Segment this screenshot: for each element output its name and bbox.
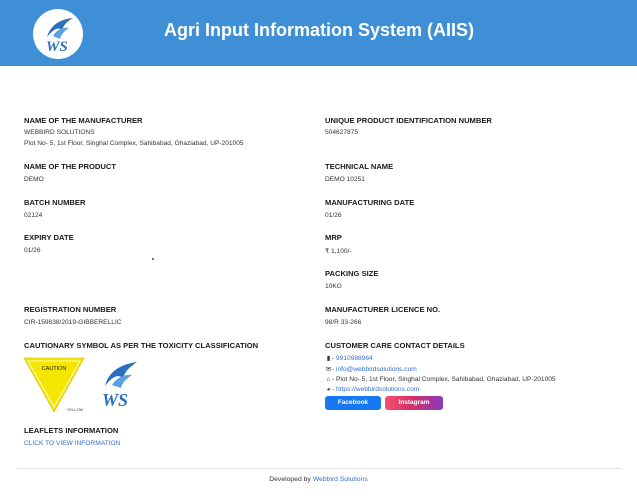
technical-label: TECHNICAL NAME [325, 162, 394, 171]
batch-label: BATCH NUMBER [24, 198, 86, 207]
registration-label: REGISTRATION NUMBER [24, 305, 117, 314]
address-text: - Plot No- 5, 1st Floor, Singhal Complex… [332, 376, 556, 383]
globe-icon: ◕ [326, 386, 331, 393]
manufacturer-label: NAME OF THE MANUFACTURER [24, 116, 143, 125]
envelope-icon: ✉ [325, 366, 332, 373]
packing-label: PACKING SIZE [325, 269, 379, 278]
leaflets-label: LEAFLETS INFORMATION [24, 426, 119, 435]
manufacturer-address: Plot No- 5, 1st Floor, Singhal Complex, … [24, 140, 244, 147]
licence-value: 98/R 33-266 [325, 319, 362, 326]
email-link[interactable]: - info@webbirdsolutions.com [332, 366, 417, 373]
product-value: DEMO [24, 176, 44, 183]
mrp-label: MRP [325, 233, 342, 242]
contact-website: ◕ - https://webbirdsolutions.com [325, 386, 420, 393]
footer-prefix: Developed by [269, 476, 311, 483]
stray-dot [152, 258, 154, 260]
svg-text:WS: WS [102, 390, 128, 410]
footer-divider [17, 468, 621, 469]
tox-top-label: CAUTION [42, 366, 67, 372]
packing-value: 10KG [325, 283, 342, 290]
facebook-button[interactable]: Facebook [325, 396, 381, 410]
registration-value: CIR-159838/2019-GIBBERELLIC [24, 319, 122, 326]
website-link[interactable]: - https://webbirdsolutions.com [332, 386, 419, 393]
view-leaflet-link[interactable]: CLICK TO VIEW INFORMATION [24, 440, 120, 447]
app-header: WS Agri Input Information System (AIIS) [0, 0, 637, 66]
page-title: Agri Input Information System (AIIS) [163, 20, 474, 40]
contact-address: ⌂ - Plot No- 5, 1st Floor, Singhal Comple… [325, 376, 556, 383]
phone-link[interactable]: - 9910988964 [332, 355, 373, 362]
manufacturer-name: WEBBIRD SOLUTIONS [24, 129, 95, 136]
technical-value: DEMO 10251 [325, 176, 365, 183]
footer: Developed by Webbird Solutions [0, 476, 637, 483]
home-icon: ⌂ [326, 376, 331, 383]
webbird-symbol-icon: WS [99, 358, 143, 410]
mfg-date-label: MANUFACTURING DATE [325, 198, 415, 207]
contact-email: ✉- info@webbirdsolutions.com [325, 365, 417, 373]
expiry-value: 01/26 [24, 247, 41, 254]
toxicity-symbol-icon: CAUTION YELLOW [23, 357, 85, 413]
expiry-label: EXPIRY DATE [24, 233, 74, 242]
footer-company-link[interactable]: Webbird Solutions [313, 476, 368, 483]
instagram-button[interactable]: Instagram [385, 396, 443, 410]
phone-icon: ▮ [326, 355, 331, 362]
batch-value: 02124 [24, 212, 43, 219]
contact-phone: ▮ - 9910988964 [325, 354, 373, 362]
cautionary-label: CAUTIONARY SYMBOL AS PER THE TOXICITY CL… [24, 341, 259, 350]
mrp-value: ₹ 1,100/- [325, 248, 352, 255]
contact-label: CUSTOMER CARE CONTACT DETAILS [325, 341, 465, 350]
licence-label: MANUFACTURER LICENCE NO. [325, 305, 441, 314]
upin-label: UNIQUE PRODUCT IDENTIFICATION NUMBER [325, 116, 492, 125]
upin-value: 504627875 [325, 129, 359, 136]
mfg-date-value: 01/26 [325, 212, 342, 219]
product-label: NAME OF THE PRODUCT [24, 162, 116, 171]
tox-bottom-label: YELLOW [67, 407, 84, 412]
